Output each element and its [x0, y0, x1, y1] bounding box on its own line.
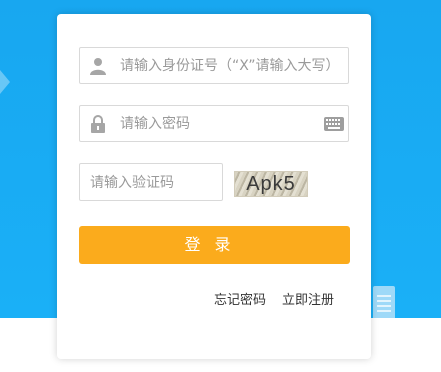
register-link[interactable]: 立即注册: [282, 289, 334, 308]
user-icon: [90, 58, 106, 75]
captcha-text: Apk5: [246, 173, 296, 195]
captcha-input[interactable]: 请输入验证码: [79, 163, 223, 201]
forgot-password-link[interactable]: 忘记密码: [214, 289, 266, 308]
keyboard-icon[interactable]: [324, 117, 344, 131]
password-placeholder: 请输入密码: [120, 116, 190, 132]
login-button[interactable]: 登录: [79, 226, 350, 264]
lock-icon: [91, 115, 105, 133]
id-number-input[interactable]: 请输入身份证号（“X”请输入大写）: [79, 47, 349, 84]
password-input[interactable]: 请输入密码: [79, 105, 349, 142]
id-number-placeholder: 请输入身份证号（“X”请输入大写）: [120, 58, 340, 74]
captcha-placeholder: 请输入验证码: [90, 175, 174, 191]
captcha-image[interactable]: Apk5: [234, 171, 308, 197]
background-decoration: [0, 70, 10, 94]
login-card: 请输入身份证号（“X”请输入大写） 请输入密码 请输入验证码 Apk5 登录 忘…: [57, 14, 371, 359]
building-illustration: [373, 286, 395, 318]
